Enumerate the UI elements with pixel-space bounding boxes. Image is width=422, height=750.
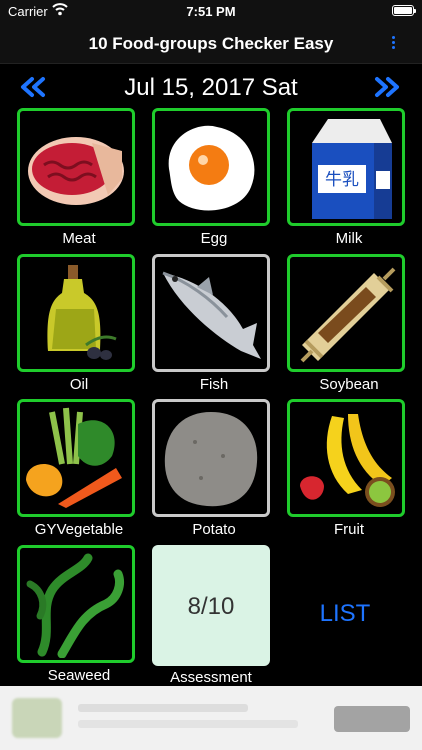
food-tile-egg[interactable]: Egg <box>152 108 270 247</box>
ad-text-placeholder <box>78 720 298 728</box>
food-label: Fruit <box>334 521 364 538</box>
natto-icon <box>300 267 396 363</box>
food-tile-fruit[interactable]: Fruit <box>287 399 405 538</box>
olive-oil-icon <box>47 265 117 360</box>
status-time: 7:51 PM <box>186 4 236 19</box>
food-tile-soybean[interactable]: Soybean <box>287 254 405 393</box>
food-tile-milk[interactable]: 牛乳 Milk <box>287 108 405 247</box>
current-date: Jul 15, 2017 Sat <box>124 74 298 101</box>
vegetables-icon <box>26 407 122 508</box>
food-tile-oil[interactable]: Oil <box>17 254 135 393</box>
milk-carton-text: 牛乳 <box>325 170 359 190</box>
status-bar: Carrier 7:51 PM <box>0 0 422 24</box>
food-tile-gyvegetable[interactable]: GYVegetable <box>17 399 135 538</box>
date-navigator: Jul 15, 2017 Sat <box>0 68 422 106</box>
egg-icon <box>168 125 255 211</box>
next-day-icon[interactable] <box>372 76 402 98</box>
food-tile-potato[interactable]: Potato <box>152 399 270 538</box>
seaweed-icon <box>26 553 124 658</box>
more-menu-icon[interactable] <box>390 36 396 54</box>
milk-carton-icon: 牛乳 <box>312 119 392 219</box>
ad-banner[interactable] <box>0 686 422 750</box>
food-tile-fish[interactable]: Fish <box>152 254 270 393</box>
assessment-label: Assessment <box>170 669 252 686</box>
assessment-score: 8/10 <box>187 593 235 620</box>
fruit-icon <box>300 414 395 507</box>
ad-cta-button[interactable] <box>334 706 410 732</box>
nav-bar: 10 Food-groups Checker Easy <box>0 24 422 64</box>
app-title: 10 Food-groups Checker Easy <box>88 34 334 53</box>
food-label: Milk <box>335 230 363 247</box>
battery-icon <box>392 5 416 16</box>
food-label: Soybean <box>319 376 379 393</box>
fish-icon <box>162 271 261 359</box>
food-tile-meat[interactable]: Meat <box>17 108 135 247</box>
list-button[interactable]: LIST <box>300 600 390 632</box>
food-tile-seaweed[interactable]: Seaweed <box>17 545 135 684</box>
meat-icon <box>28 137 124 205</box>
ad-thumbnail <box>12 698 62 738</box>
assessment-box[interactable]: 8/10 <box>152 545 270 666</box>
potato-icon <box>164 412 258 507</box>
ad-text-placeholder <box>78 704 248 712</box>
